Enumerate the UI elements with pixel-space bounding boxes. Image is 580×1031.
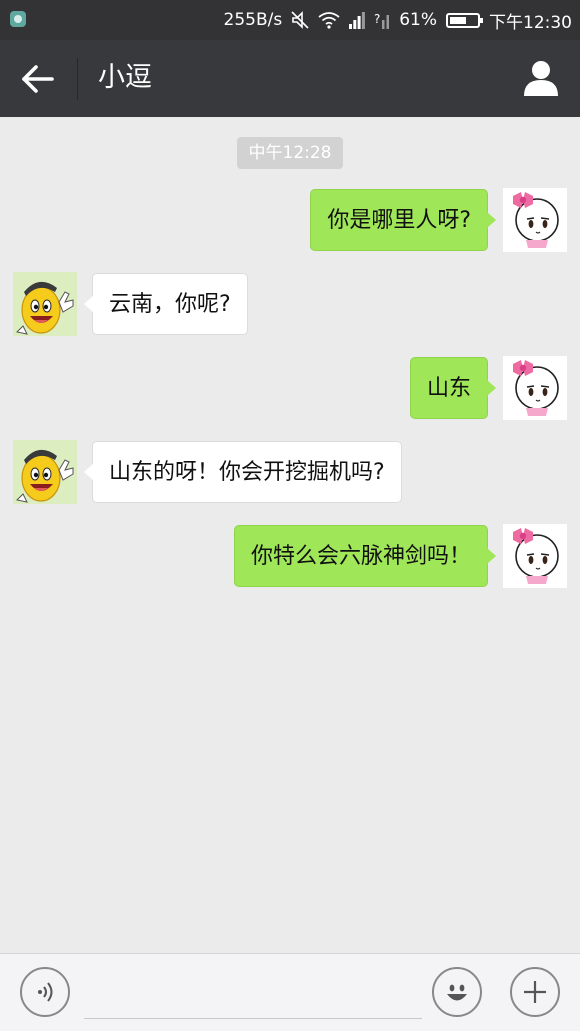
profile-button[interactable]: [520, 58, 562, 98]
chat-title: 小逗: [98, 62, 152, 93]
header-divider: [77, 58, 78, 100]
message-row: 你是哪里人呀?: [0, 188, 580, 254]
plus-icon: [524, 981, 546, 1003]
back-arrow-icon: [22, 65, 54, 93]
pink-bow-avatar-icon: [503, 188, 567, 252]
clock: 下午12:30: [489, 12, 572, 33]
net-speed: 255B/s: [223, 10, 283, 30]
more-actions-button[interactable]: [510, 967, 560, 1017]
message-bubble-sent[interactable]: 你特么会六脉神剑吗！: [233, 525, 497, 587]
emoji-icon: [447, 984, 467, 1001]
voice-button[interactable]: [20, 967, 70, 1017]
message-bubble-received[interactable]: 云南，你呢?: [84, 273, 248, 335]
my-avatar[interactable]: [503, 524, 567, 588]
chat-header: 小逗: [0, 40, 580, 117]
message-input[interactable]: [84, 968, 422, 1019]
svg-text:?: ?: [374, 12, 380, 26]
back-button[interactable]: [18, 62, 60, 96]
message-row: 山东的呀！你会开挖掘机吗?: [0, 440, 580, 506]
signal-icon: [349, 11, 366, 29]
battery-percent: 61%: [399, 10, 437, 30]
battery-level: [450, 16, 466, 24]
yellow-bean-avatar-icon: [13, 440, 77, 504]
message-row: 云南，你呢?: [0, 272, 580, 338]
pink-bow-avatar-icon: [503, 524, 567, 588]
person-icon: [524, 61, 558, 96]
wifi-icon: [318, 11, 340, 29]
status-indicators: 255B/s ? 61% 下午12:30: [224, 0, 573, 40]
message-timestamp: 中午12:28: [237, 137, 343, 169]
input-bar: [0, 953, 580, 1031]
status-bar: 255B/s ? 61% 下午12:30: [0, 0, 580, 40]
battery-icon: [446, 12, 483, 28]
voice-icon: [38, 982, 53, 1002]
app-notification-icon: [10, 11, 26, 27]
my-avatar[interactable]: [503, 356, 567, 420]
yellow-bean-avatar-icon: [13, 272, 77, 336]
message-row: 你特么会六脉神剑吗！: [0, 524, 580, 590]
message-list[interactable]: 中午12:28 你是哪里人呀? 云南，你呢? 山东 山东的呀！你会开挖掘机吗? …: [0, 117, 580, 953]
message-bubble-sent[interactable]: 山东: [409, 357, 497, 419]
contact-avatar[interactable]: [13, 440, 77, 504]
my-avatar[interactable]: [503, 188, 567, 252]
no-sim-signal-icon: ?: [374, 11, 390, 29]
contact-avatar[interactable]: [13, 272, 77, 336]
emoji-button[interactable]: [432, 967, 482, 1017]
message-bubble-received[interactable]: 山东的呀！你会开挖掘机吗?: [84, 441, 402, 503]
mute-icon: [291, 11, 309, 29]
message-bubble-sent[interactable]: 你是哪里人呀?: [310, 189, 496, 251]
pink-bow-avatar-icon: [503, 356, 567, 420]
message-row: 山东: [0, 356, 580, 422]
